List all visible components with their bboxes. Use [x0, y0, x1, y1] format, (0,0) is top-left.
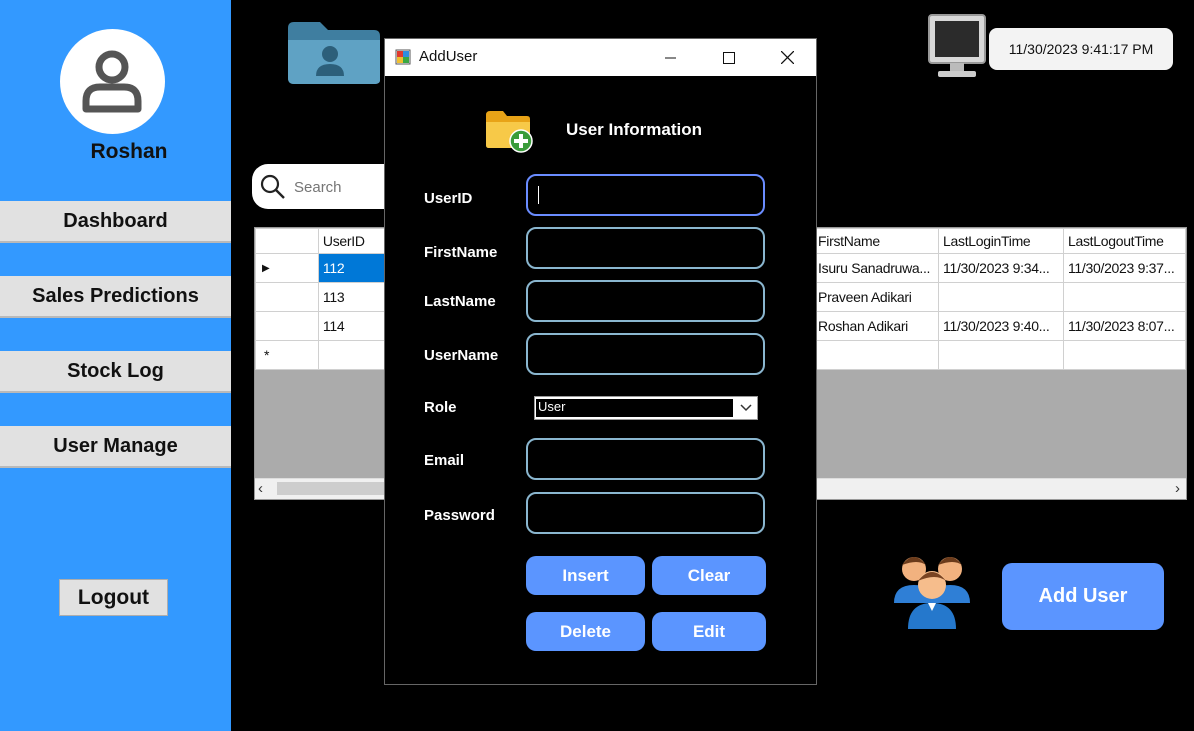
username-field[interactable] [526, 333, 765, 375]
adduser-dialog: AddUser User Information UserID FirstNam… [384, 38, 817, 685]
minimize-icon [665, 57, 676, 58]
sidebar: Roshan Dashboard Sales Predictions Stock… [0, 0, 231, 731]
dialog-titlebar[interactable]: AddUser [385, 39, 816, 76]
firstname-label: FirstName [424, 244, 498, 261]
delete-button[interactable]: Delete [526, 612, 645, 651]
search-icon [260, 174, 285, 199]
cell-lastlogouttime[interactable]: 11/30/2023 8:07... [1062, 311, 1187, 341]
edit-button[interactable]: Edit [652, 612, 766, 651]
close-button[interactable] [758, 39, 816, 76]
role-select[interactable]: User [534, 396, 758, 420]
lastname-label: LastName [424, 293, 496, 310]
datetime-display: 11/30/2023 9:41:17 PM [989, 28, 1173, 70]
clear-button[interactable]: Clear [652, 556, 766, 595]
nav-user-manage-button[interactable]: User Manage [0, 426, 231, 468]
column-header-lastlogintime[interactable]: LastLoginTime [938, 228, 1064, 254]
user-icon [82, 50, 142, 113]
cell-lastlogintime[interactable] [938, 282, 1064, 312]
scroll-right-icon[interactable]: › [1175, 480, 1180, 497]
dialog-title: AddUser [419, 48, 478, 65]
nav-dashboard-button[interactable]: Dashboard [0, 201, 231, 243]
cell-firstname[interactable] [813, 340, 940, 370]
email-field[interactable] [526, 438, 765, 480]
cell-firstname[interactable]: Praveen Adikari [813, 282, 940, 312]
current-row-marker: ▶ [255, 253, 319, 283]
maximize-icon [723, 51, 735, 64]
cell-lastlogintime[interactable] [938, 340, 1064, 370]
cell-lastlogouttime[interactable] [1062, 282, 1187, 312]
logout-button[interactable]: Logout [59, 579, 168, 616]
section-title: User Information [566, 120, 703, 139]
monitor-icon [928, 14, 986, 77]
nav-stock-log-button[interactable]: Stock Log [0, 351, 231, 393]
row-header-corner [255, 228, 319, 254]
add-folder-icon [486, 111, 533, 153]
team-users-icon [894, 557, 970, 629]
username-label: Roshan [90, 140, 168, 163]
text-caret [538, 186, 539, 204]
maximize-button[interactable] [700, 39, 758, 76]
insert-button[interactable]: Insert [526, 556, 645, 595]
cell-firstname[interactable]: Isuru Sanadruwa... [813, 253, 940, 283]
app-window-icon [395, 49, 411, 65]
new-row-marker: * [255, 340, 319, 370]
minimize-button[interactable] [642, 39, 700, 76]
password-label: Password [424, 507, 495, 524]
avatar [60, 29, 165, 134]
column-header-firstname[interactable]: FirstName [813, 228, 940, 254]
userid-label: UserID [424, 190, 473, 207]
nav-sales-predictions-button[interactable]: Sales Predictions [0, 276, 231, 318]
row-header [255, 282, 319, 312]
cell-lastlogintime[interactable]: 11/30/2023 9:40... [938, 311, 1064, 341]
username-label: UserName [424, 347, 499, 364]
scroll-left-icon[interactable]: ‹ [258, 480, 263, 497]
lastname-field[interactable] [526, 280, 765, 322]
chevron-down-icon[interactable] [739, 400, 753, 414]
close-icon [780, 51, 794, 64]
cell-lastlogintime[interactable]: 11/30/2023 9:34... [938, 253, 1064, 283]
search-input[interactable] [292, 174, 396, 200]
add-user-button[interactable]: Add User [1002, 563, 1164, 630]
password-field[interactable] [526, 492, 765, 534]
cell-lastlogouttime[interactable] [1062, 340, 1187, 370]
row-header [255, 311, 319, 341]
cell-firstname[interactable]: Roshan Adikari [813, 311, 940, 341]
column-header-lastlogouttime[interactable]: LastLogoutTime [1062, 228, 1187, 254]
role-selected-value: User [536, 399, 733, 417]
user-folder-icon [288, 22, 380, 84]
scroll-thumb[interactable] [277, 482, 392, 495]
role-label: Role [424, 399, 457, 416]
userid-field[interactable] [526, 174, 765, 216]
email-label: Email [424, 452, 465, 469]
firstname-field[interactable] [526, 227, 765, 269]
cell-lastlogouttime[interactable]: 11/30/2023 9:37... [1062, 253, 1187, 283]
